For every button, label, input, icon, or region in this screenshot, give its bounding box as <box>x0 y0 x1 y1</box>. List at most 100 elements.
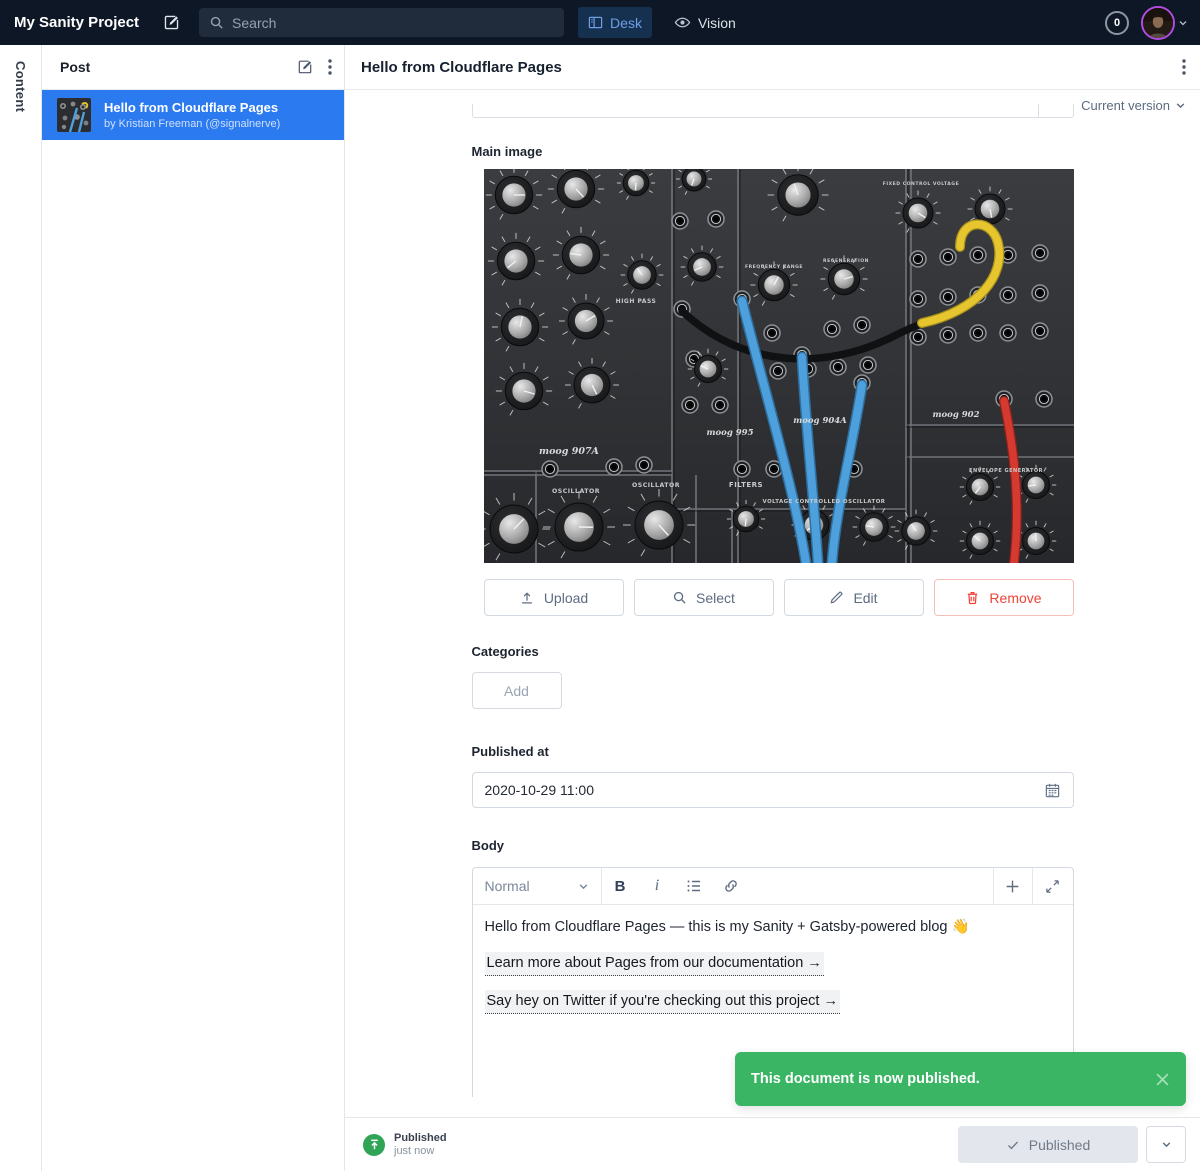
avatar <box>1141 6 1175 40</box>
list-item-title: Hello from Cloudflare Pages <box>104 100 280 116</box>
publish-menu-button[interactable] <box>1146 1126 1186 1163</box>
svg-text:VOLTAGE CONTROLLED OSCILLATOR: VOLTAGE CONTROLLED OSCILLATOR <box>762 499 885 505</box>
expand-icon <box>1045 879 1060 894</box>
eye-icon <box>674 14 691 31</box>
published-at-input[interactable] <box>485 782 1044 798</box>
new-document-button[interactable] <box>159 11 183 35</box>
slug-input-cutoff[interactable] <box>472 104 1074 118</box>
search-input[interactable] <box>232 15 554 31</box>
search-bar <box>199 8 564 37</box>
insert-block-button[interactable] <box>994 868 1032 904</box>
version-label: Current version <box>1081 98 1170 113</box>
bold-button[interactable]: B <box>602 868 639 904</box>
check-icon <box>1006 1138 1020 1152</box>
document-status-bar: Published just now Published <box>345 1117 1200 1171</box>
published-status-icon <box>363 1134 385 1156</box>
fullscreen-button[interactable] <box>1033 868 1073 904</box>
svg-text:REGENERATION: REGENERATION <box>823 258 869 264</box>
pane-header: Post <box>42 45 344 90</box>
published-at-label: Published at <box>472 744 1074 759</box>
document-header: Hello from Cloudflare Pages <box>345 45 1200 90</box>
block-style-select[interactable]: Normal <box>473 868 601 904</box>
svg-text:moog 904A: moog 904A <box>793 416 847 426</box>
notifications-badge[interactable]: 0 <box>1105 11 1129 35</box>
body-content[interactable]: Hello from Cloudflare Pages — this is my… <box>473 905 1073 1028</box>
link-button[interactable] <box>713 868 750 904</box>
toast-message: This document is now published. <box>751 1071 1155 1087</box>
create-post-button[interactable] <box>296 58 314 76</box>
remove-label: Remove <box>989 590 1041 606</box>
search-icon <box>672 590 687 605</box>
svg-text:FREQUENCY RANGE: FREQUENCY RANGE <box>744 264 802 270</box>
bullet-list-button[interactable] <box>676 868 713 904</box>
pencil-icon <box>829 590 844 605</box>
body-paragraph: Hello from Cloudflare Pages — this is my… <box>485 917 1061 938</box>
close-icon <box>1155 1072 1170 1087</box>
svg-text:moog 907A: moog 907A <box>539 446 599 457</box>
upload-icon <box>519 590 535 606</box>
chevron-down-icon <box>1161 1139 1172 1150</box>
list-item-post[interactable]: Hello from Cloudflare Pages by Kristian … <box>42 90 344 140</box>
edit-label: Edit <box>853 590 877 606</box>
publish-toast: This document is now published. <box>735 1052 1186 1106</box>
compose-icon <box>296 58 314 76</box>
document-list-pane: Post <box>42 45 345 1171</box>
sanity-studio: My Sanity Project Desk Vision 0 <box>0 0 1200 1171</box>
compose-icon <box>162 13 181 32</box>
publish-button[interactable]: Published <box>958 1126 1138 1163</box>
document-menu-button[interactable] <box>1182 59 1186 75</box>
svg-text:FILTERS: FILTERS <box>728 481 762 489</box>
calendar-button[interactable] <box>1044 782 1061 799</box>
document-panel: Hello from Cloudflare Pages Current vers… <box>345 45 1200 1171</box>
search-icon <box>209 15 224 30</box>
plus-icon <box>1004 878 1021 895</box>
body-label: Body <box>472 838 1074 853</box>
vision-tab-label: Vision <box>698 15 736 31</box>
project-title: My Sanity Project <box>14 14 139 31</box>
top-navbar: My Sanity Project Desk Vision 0 <box>0 0 1200 45</box>
desk-icon <box>588 15 603 30</box>
chevron-down-icon <box>1175 100 1186 111</box>
chevron-down-icon <box>578 881 589 892</box>
link-icon <box>723 878 739 894</box>
publish-button-label: Published <box>1029 1137 1091 1153</box>
italic-button[interactable]: i <box>639 868 676 904</box>
tab-desk[interactable]: Desk <box>578 7 652 38</box>
editor-toolbar: Normal B i <box>473 868 1073 905</box>
bullet-list-icon <box>686 878 702 894</box>
select-button[interactable]: Select <box>634 579 774 616</box>
version-selector[interactable]: Current version <box>1081 98 1186 113</box>
user-menu[interactable] <box>1141 6 1188 40</box>
list-item-subtitle: by Kristian Freeman (@signalnerve) <box>104 118 280 130</box>
rail-label-content[interactable]: Content <box>13 61 28 1171</box>
body-link-twitter[interactable]: Say hey on Twitter if you're checking ou… <box>485 990 840 1014</box>
toast-close-button[interactable] <box>1155 1072 1170 1087</box>
upload-button[interactable]: Upload <box>484 579 624 616</box>
image-actions: Upload Select Edit Remove <box>484 579 1074 616</box>
desk-tab-label: Desk <box>610 15 642 31</box>
document-title: Hello from Cloudflare Pages <box>361 59 1182 76</box>
synthesizer-photo: HIGH PASS FREQUENCY RANGE REGENERATION F… <box>484 169 1074 563</box>
upload-label: Upload <box>544 590 588 606</box>
remove-button[interactable]: Remove <box>934 579 1074 616</box>
kebab-menu-icon <box>328 59 332 75</box>
main-image-preview[interactable]: HIGH PASS FREQUENCY RANGE REGENERATION F… <box>484 169 1074 563</box>
document-form: Current version Main image <box>345 90 1200 1117</box>
svg-text:OSCILLATOR: OSCILLATOR <box>552 488 600 495</box>
svg-text:ENVELOPE GENERATOR: ENVELOPE GENERATOR <box>969 468 1043 474</box>
kebab-menu-icon <box>1182 59 1186 75</box>
chevron-down-icon <box>1178 18 1188 28</box>
body-link-documentation[interactable]: Learn more about Pages from our document… <box>485 952 824 976</box>
trash-icon <box>965 590 980 605</box>
post-thumbnail <box>57 98 91 132</box>
block-style-value: Normal <box>485 878 530 894</box>
tab-vision[interactable]: Vision <box>664 7 746 38</box>
svg-text:HIGH PASS: HIGH PASS <box>615 298 656 305</box>
pane-menu-button[interactable] <box>328 59 332 75</box>
edit-button[interactable]: Edit <box>784 579 924 616</box>
published-at-field <box>472 772 1074 808</box>
pane-title: Post <box>60 59 296 75</box>
add-category-button[interactable]: Add <box>472 672 562 709</box>
categories-label: Categories <box>472 644 1074 659</box>
status-time: just now <box>394 1145 447 1157</box>
